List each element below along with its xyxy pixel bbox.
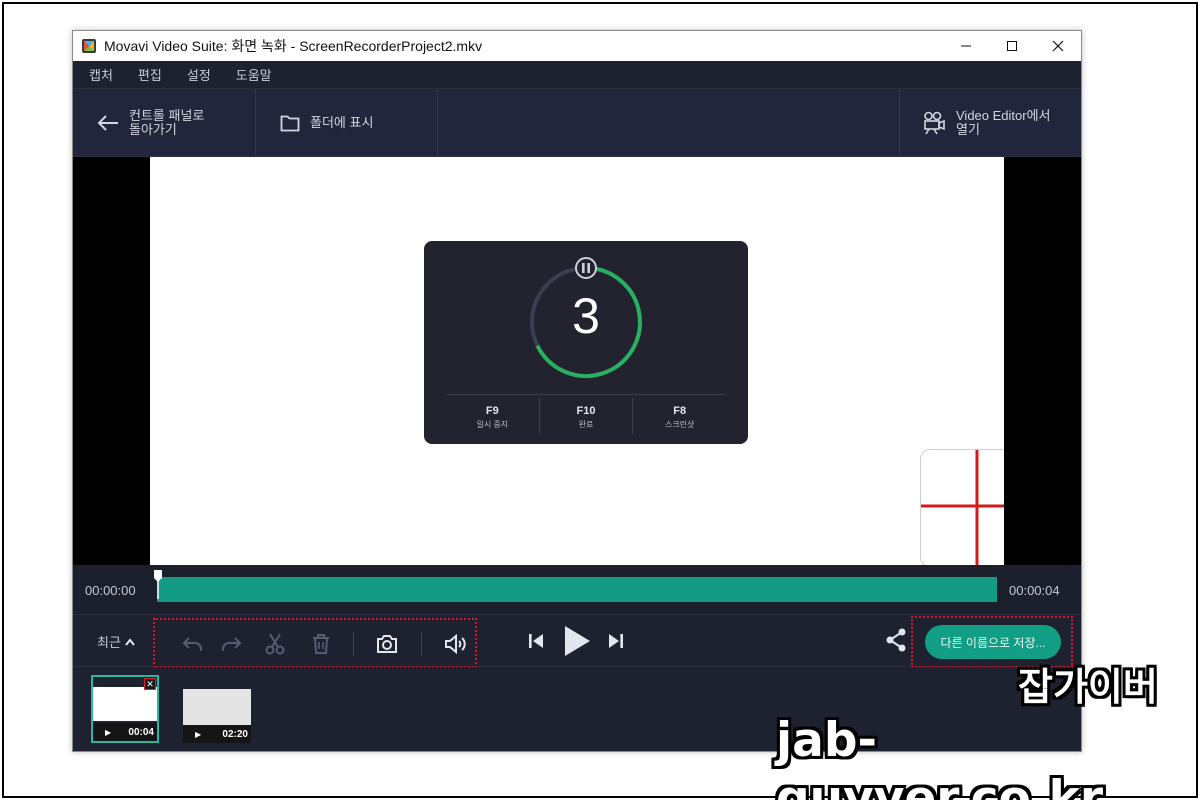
video-frame: 3 F9 일시 중지 F10 완료 F8 스크린샷 [150,157,1004,565]
clip-thumbnail[interactable]: ▶ 02:20 [183,675,251,743]
close-button[interactable] [1035,31,1081,61]
menu-edit[interactable]: 편집 [138,65,162,84]
title-bar: Movavi Video Suite: 화면 녹화 - ScreenRecord… [73,31,1081,61]
countdown-panel: 3 F9 일시 중지 F10 완료 F8 스크린샷 [424,241,748,444]
show-in-folder-label: 폴더에 표시 [310,114,374,130]
close-icon [1052,40,1064,52]
folder-icon [280,115,300,131]
clip-preview [183,689,251,725]
save-as-button[interactable]: 다른 이름으로 저장... [925,625,1061,659]
toolbar: 컨트롤 패널로 돌아가기 폴더에 표시 Video Editor에서 열기 [73,89,1081,157]
timeline-track[interactable] [157,577,997,602]
watermark-url: jab-guyver.co.kr [776,713,1104,800]
pause-icon[interactable] [575,257,597,279]
back-label-line2: 돌아가기 [129,121,177,137]
timeline: 00:00:00 00:00:04 [73,565,1081,615]
hotkey-label: 스크린샷 [664,420,695,429]
arrow-left-icon [97,114,118,131]
playback-controls: 최근 다른 이름으로 저장... [73,615,1081,668]
back-to-control-panel-button[interactable]: 컨트롤 패널로 돌아가기 [73,89,256,156]
redo-icon[interactable] [219,632,243,656]
clip-preview [93,687,157,721]
toolbar-separator [353,632,354,656]
timeline-end-time: 00:00:04 [1009,583,1060,598]
toolbar-separator [421,632,422,656]
back-label: 컨트롤 패널로 돌아가기 [129,107,205,137]
open-in-editor-label-line2: 열기 [956,121,980,137]
hotkey-key: F9 [485,405,499,417]
play-small-icon: ▶ [195,729,202,739]
film-camera-icon [924,111,945,134]
close-icon[interactable]: ✕ [144,678,156,690]
clip-duration: 00:04 [128,726,154,738]
menu-help[interactable]: 도움말 [236,65,272,84]
hotkey-pause: F9 일시 중지 [446,398,540,434]
minimize-icon [961,45,971,47]
save-as-highlight: 다른 이름으로 저장... [911,616,1073,668]
back-label-line1: 컨트롤 패널로 [129,107,205,123]
scissors-icon[interactable] [263,632,287,656]
countdown-number: 3 [572,288,600,344]
maximize-button[interactable] [989,31,1035,61]
clip-duration: 02:20 [222,728,248,740]
show-in-folder-button[interactable]: 폴더에 표시 [256,89,438,156]
share-icon[interactable] [885,628,907,652]
video-preview: 3 F9 일시 중지 F10 완료 F8 스크린샷 [73,157,1081,565]
playhead-handle[interactable] [153,569,163,599]
recent-toggle[interactable]: 최근 [97,632,135,651]
play-icon[interactable] [563,625,591,657]
hotkey-label: 일시 중지 [476,420,509,429]
app-window: Movavi Video Suite: 화면 녹화 - ScreenRecord… [72,30,1082,752]
clip-info-bar: ▶ 02:20 [183,725,251,743]
trash-icon[interactable] [309,632,333,656]
hotkey-key: F8 [673,405,687,417]
window-title: Movavi Video Suite: 화면 녹화 - ScreenRecord… [104,38,483,54]
maximize-icon [1007,41,1017,51]
camera-icon[interactable] [375,632,399,656]
play-small-icon: ▶ [105,727,112,737]
hotkey-label: 완료 [578,420,594,429]
volume-icon[interactable] [443,632,467,656]
menu-settings[interactable]: 설정 [187,65,211,84]
chevron-up-icon [125,637,135,646]
open-in-video-editor-button[interactable]: Video Editor에서 열기 [899,89,1081,156]
minimize-button[interactable] [943,31,989,61]
recent-label: 최근 [97,635,121,650]
hotkey-finish: F10 완료 [540,398,634,434]
watermark-korean: 잡가이버 [1018,665,1158,709]
skip-forward-icon[interactable] [607,632,625,650]
open-in-editor-label: Video Editor에서 열기 [956,107,1051,137]
countdown-divider [446,394,726,395]
hotkey-screenshot: F8 스크린샷 [633,398,726,434]
menu-capture[interactable]: 캡처 [89,65,113,84]
hotkey-key: F10 [576,405,596,417]
movavi-app-icon [82,39,96,53]
open-in-editor-label-line1: Video Editor에서 [956,107,1051,123]
clip-info-bar: ▶ 00:04 [93,723,157,741]
hotkey-list: F9 일시 중지 F10 완료 F8 스크린샷 [446,398,726,434]
skip-back-icon[interactable] [527,632,545,650]
timeline-start-time: 00:00:00 [85,583,136,598]
window-controls [943,31,1081,61]
capture-crosshair-preview [920,449,1004,565]
menu-bar: 캡처 편집 설정 도움말 [73,61,1081,89]
edit-tools-group [153,618,477,668]
crosshair-icon [921,450,1004,565]
undo-icon[interactable] [181,632,205,656]
clip-thumbnail[interactable]: ✕ ▶ 00:04 [91,675,159,743]
